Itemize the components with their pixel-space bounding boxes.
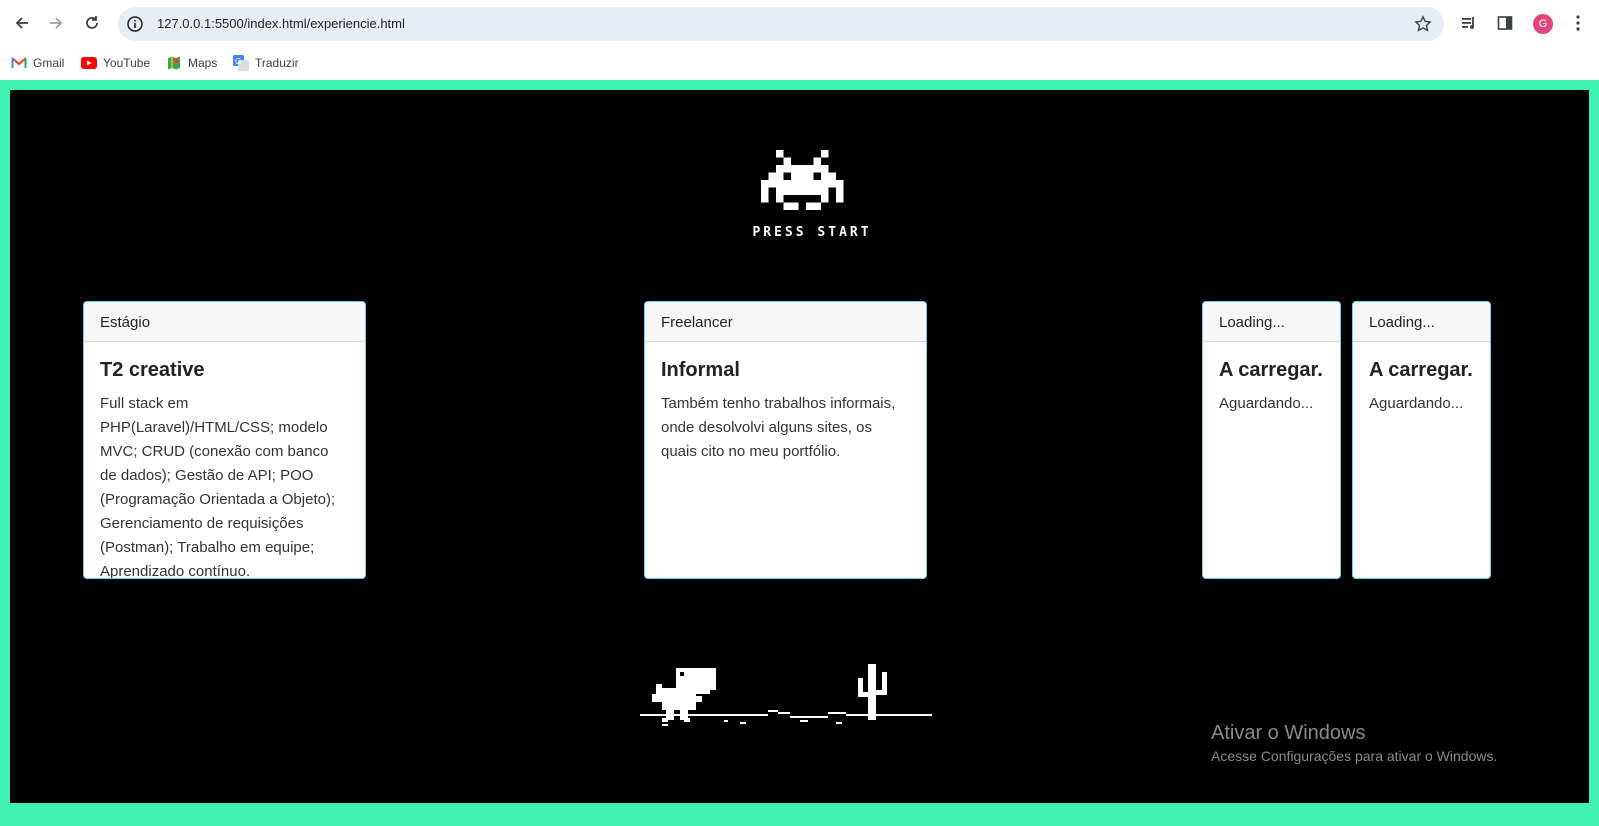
bookmark-maps[interactable]: Maps xyxy=(166,53,217,73)
gmail-icon xyxy=(11,55,27,71)
bookmarks-bar: Gmail YouTube Maps G Traduzir xyxy=(0,46,1599,80)
card-header: Loading... xyxy=(1203,302,1340,342)
bookmark-star-icon[interactable] xyxy=(1414,15,1432,33)
page-stage: PRESS START Estágio T2 creative Full sta… xyxy=(10,90,1589,803)
press-start-label: PRESS START xyxy=(752,225,872,240)
experience-card-loading-1: Loading... A carregar... Aguardando... xyxy=(1202,301,1341,579)
card-body: A carregar... Aguardando... xyxy=(1353,342,1490,416)
bookmark-gmail[interactable]: Gmail xyxy=(11,53,64,73)
page-frame: PRESS START Estágio T2 creative Full sta… xyxy=(0,80,1599,826)
browser-toolbar: 127.0.0.1:5500/index.html/experiencie.ht… xyxy=(0,0,1599,46)
watermark-subtitle: Acesse Configurações para ativar o Windo… xyxy=(1211,748,1498,764)
reload-button[interactable] xyxy=(78,9,106,37)
bookmark-label: YouTube xyxy=(103,56,151,70)
translate-icon: G xyxy=(233,55,249,71)
card-header: Loading... xyxy=(1353,302,1490,342)
dino-icon xyxy=(652,668,716,722)
address-bar[interactable]: 127.0.0.1:5500/index.html/experiencie.ht… xyxy=(118,7,1444,41)
card-body: T2 creative Full stack em PHP(Laravel)/H… xyxy=(84,342,365,579)
bookmark-youtube[interactable]: YouTube xyxy=(81,53,150,73)
card-title: A carregar... xyxy=(1369,359,1474,381)
card-header: Freelancer xyxy=(645,302,926,342)
arrow-left-icon xyxy=(15,17,28,29)
back-button[interactable] xyxy=(8,9,36,37)
card-title: T2 creative xyxy=(100,359,205,381)
space-invader-icon xyxy=(760,150,844,210)
svg-text:G: G xyxy=(235,57,241,66)
experience-card-loading-2: Loading... A carregar... Aguardando... xyxy=(1352,301,1491,579)
bookmark-traduzir[interactable]: G Traduzir xyxy=(233,53,299,73)
media-control-icon[interactable] xyxy=(1459,13,1479,33)
experience-card-freelancer: Freelancer Informal Também tenho trabalh… xyxy=(644,301,927,579)
site-info-icon[interactable] xyxy=(126,15,144,33)
watermark-title: Ativar o Windows xyxy=(1211,722,1366,744)
card-text: Aguardando... xyxy=(1219,395,1314,412)
dino-game-illustration xyxy=(640,664,932,726)
card-body: Informal Também tenho trabalhos informai… xyxy=(645,342,926,464)
card-text: Aguardando... xyxy=(1369,395,1464,412)
card-text: Full stack em PHP(Laravel)/HTML/CSS; mod… xyxy=(100,395,336,579)
menu-kebab-icon[interactable] xyxy=(1568,13,1588,33)
youtube-icon xyxy=(81,55,97,71)
card-title: Informal xyxy=(661,359,740,381)
card-body: A carregar... Aguardando... xyxy=(1203,342,1340,416)
bookmark-label: Maps xyxy=(188,56,218,70)
maps-icon xyxy=(166,55,182,71)
windows-activation-watermark: Ativar o Windows Acesse Configurações pa… xyxy=(1211,722,1497,764)
bookmark-label: Gmail xyxy=(33,56,65,70)
card-text: Também tenho trabalhos informais, onde d… xyxy=(661,395,896,460)
forward-button[interactable] xyxy=(42,9,70,37)
profile-avatar[interactable]: G xyxy=(1533,14,1553,34)
cactus-icon xyxy=(858,664,887,720)
card-title: A carregar... xyxy=(1219,359,1324,381)
arrow-right-icon xyxy=(50,17,63,29)
side-panel-icon[interactable] xyxy=(1495,13,1515,33)
url-text[interactable]: 127.0.0.1:5500/index.html/experiencie.ht… xyxy=(157,16,405,31)
reload-icon xyxy=(86,16,98,29)
bookmark-label: Traduzir xyxy=(255,56,299,70)
experience-card-estagio: Estágio T2 creative Full stack em PHP(La… xyxy=(83,301,366,579)
card-header: Estágio xyxy=(84,302,365,342)
